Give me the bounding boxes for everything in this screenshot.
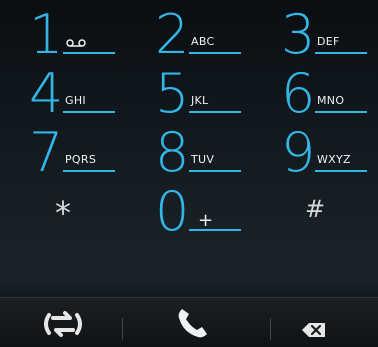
key-7[interactable]: 7 PQRS [0,118,126,184]
key-5-underline [189,111,241,113]
digit-0: 0 [155,180,190,243]
key-2[interactable]: 2 ABC [126,0,252,66]
letters-7: PQRS [65,153,97,166]
key-0-underline [189,229,241,231]
key-6[interactable]: 6 MNO [252,59,378,125]
letters-4: GHI [65,94,86,107]
key-8-underline [189,170,241,172]
key-star[interactable]: * [0,177,126,237]
digit-8: 8 [155,121,190,184]
call-button[interactable] [126,298,252,347]
swap-button[interactable] [0,298,126,347]
letters-9: WXYZ [317,153,351,166]
key-0[interactable]: 0 + [126,177,252,243]
letters-5: JKL [191,94,209,107]
plus-symbol: + [198,210,214,231]
backspace-button[interactable] [252,298,378,347]
backspace-icon [302,323,325,337]
dialpad: 1 2 ABC 3 DEF 4 GHI 5 JKL 6 MNO 7 PQRS 8… [0,0,378,295]
star-symbol: * [55,194,71,232]
key-1[interactable]: 1 [0,0,126,66]
key-3-underline [315,52,367,54]
phone-call-icon [178,309,207,338]
key-4-underline [63,111,115,113]
divider-left [122,318,123,340]
swap-icon [44,311,82,337]
key-4[interactable]: 4 GHI [0,59,126,125]
key-1-underline [63,52,115,54]
digit-2: 2 [155,3,190,66]
digit-4: 4 [29,62,64,125]
digit-1: 1 [29,3,64,66]
key-9-underline [315,170,367,172]
digit-6: 6 [281,62,316,125]
letters-2: ABC [191,35,215,48]
key-hash[interactable]: # [252,177,378,237]
letters-3: DEF [317,35,340,48]
dialer-screen: 1 2 ABC 3 DEF 4 GHI 5 JKL 6 MNO 7 PQRS 8… [0,0,378,347]
digit-7: 7 [29,121,64,184]
key-3[interactable]: 3 DEF [252,0,378,66]
digit-5: 5 [155,62,190,125]
hash-symbol: # [304,195,326,223]
key-8[interactable]: 8 TUV [126,118,252,184]
action-bar [0,297,378,347]
letters-6: MNO [317,94,345,107]
digit-9: 9 [281,121,316,184]
letters-8: TUV [191,153,215,166]
voicemail-icon [66,39,86,47]
key-6-underline [315,111,367,113]
key-9[interactable]: 9 WXYZ [252,118,378,184]
digit-3: 3 [281,3,316,66]
key-5[interactable]: 5 JKL [126,59,252,125]
key-2-underline [189,52,241,54]
key-7-underline [63,170,115,172]
